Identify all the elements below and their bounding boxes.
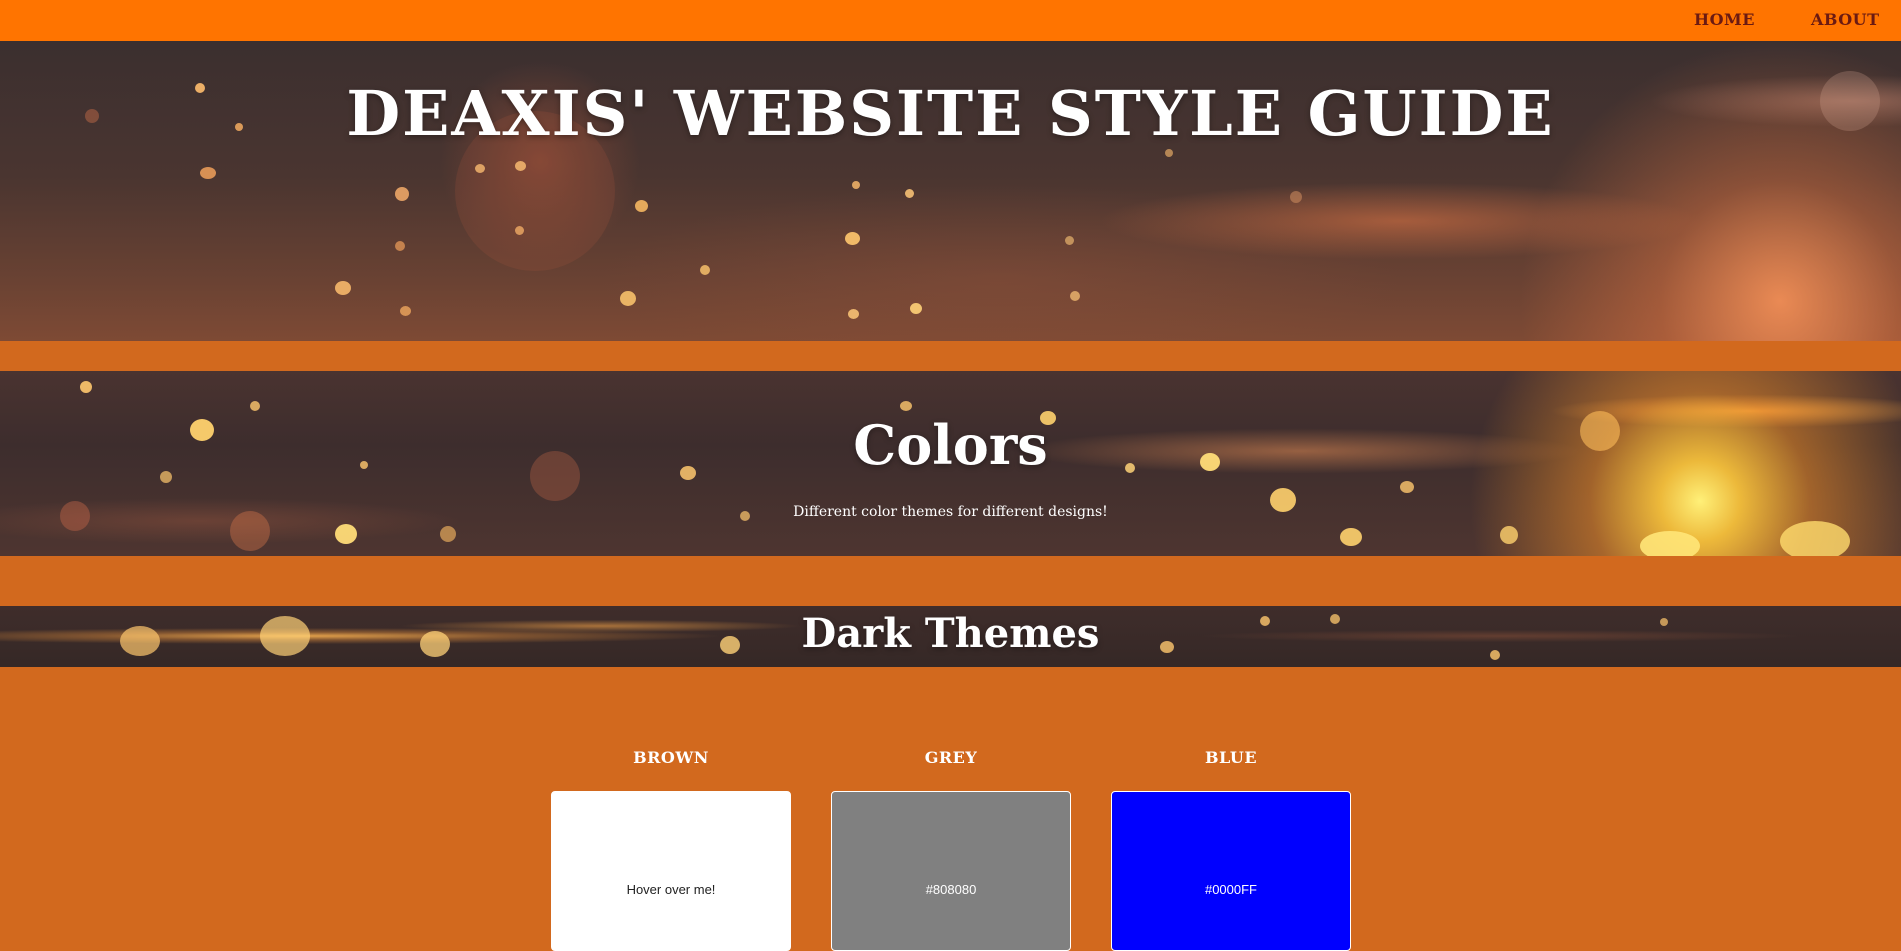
- colors-subtitle: Different color themes for different des…: [793, 504, 1108, 520]
- page-title: DEAXIS' WEBSITE STYLE GUIDE: [346, 77, 1555, 150]
- swatch-brown[interactable]: Hover over me!: [551, 791, 791, 951]
- swatch-grey-text: #808080: [925, 882, 977, 897]
- swatch-label-blue: BLUE: [1204, 748, 1258, 767]
- swatch-label-grey: GREY: [924, 748, 978, 767]
- colors-heading: Colors: [853, 413, 1048, 477]
- nav-home-link[interactable]: HOME: [1694, 10, 1755, 29]
- dark-themes-banner: Dark Themes: [0, 606, 1901, 667]
- swatch-brown-text: Hover over me!: [626, 882, 716, 897]
- swatch-blue[interactable]: #0000FF: [1111, 791, 1351, 951]
- swatch-blue-text: #0000FF: [1204, 882, 1258, 897]
- top-nav-bar: HOME ABOUT: [0, 0, 1901, 41]
- colors-banner: Colors Different color themes for differ…: [0, 371, 1901, 556]
- nav-about-link[interactable]: ABOUT: [1811, 10, 1880, 29]
- swatch-grey[interactable]: #808080: [831, 791, 1071, 951]
- dark-themes-heading: Dark Themes: [801, 610, 1100, 657]
- hero-banner: DEAXIS' WEBSITE STYLE GUIDE: [0, 41, 1901, 341]
- swatch-label-brown: BROWN: [633, 748, 709, 767]
